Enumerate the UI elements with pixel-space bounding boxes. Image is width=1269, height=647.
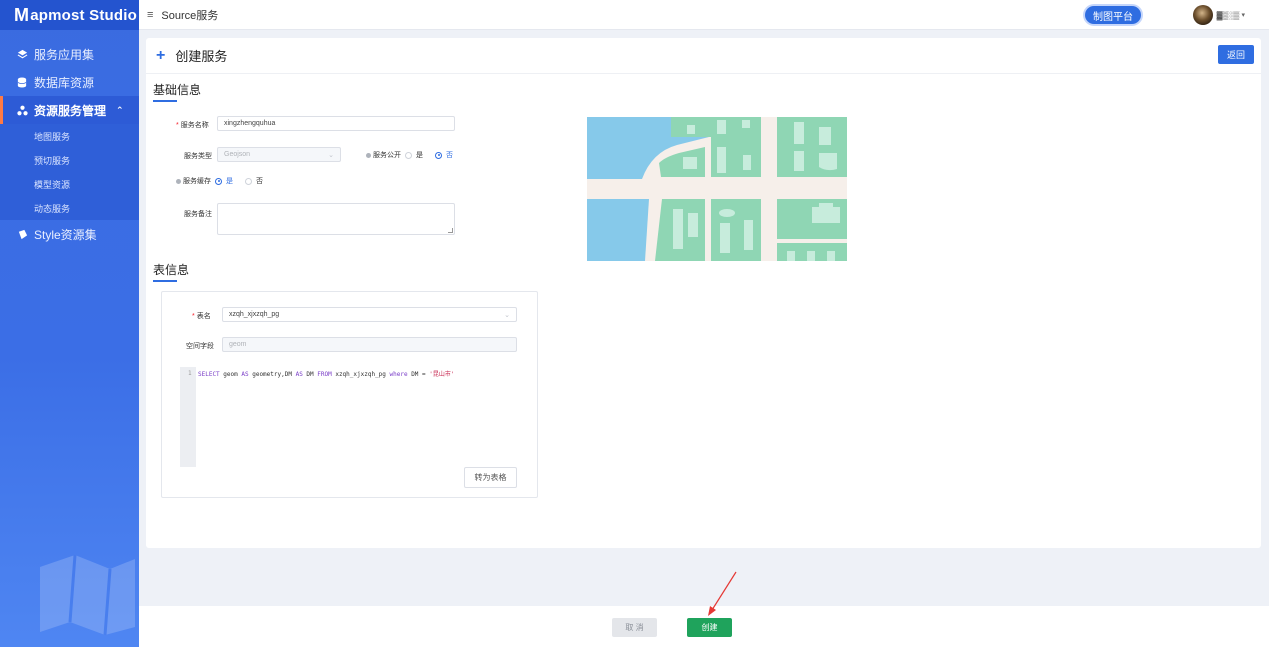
- create-service-card: + 创建服务 返回 基础信息 * 服务名称 xingzhengquhua 服务类型…: [146, 38, 1261, 548]
- service-cache-group: 服务缓存 是 否: [176, 176, 275, 186]
- service-cache-label: 服务缓存: [176, 176, 211, 186]
- cache-no-option[interactable]: 否: [245, 176, 263, 186]
- top-bar: ≡ Source服务 制图平台 ▓▒░▒ ▾: [139, 0, 1269, 30]
- service-type-value: Geojson: [224, 151, 251, 158]
- menu-toggle-icon[interactable]: ≡: [147, 9, 153, 21]
- card-header: + 创建服务 返回: [146, 38, 1261, 74]
- plus-icon: +: [156, 46, 166, 64]
- sql-editor[interactable]: 1 SELECT geom AS geometry,DM AS DM FROM …: [180, 367, 519, 467]
- option-label: 否: [446, 152, 453, 159]
- chevron-down-icon: ⌄: [504, 311, 510, 319]
- option-label: 否: [256, 178, 263, 185]
- service-remark-textarea[interactable]: [217, 203, 455, 235]
- logo-m: M: [14, 4, 30, 25]
- service-remark-label: 服务备注: [184, 211, 212, 218]
- breadcrumb: Source服务: [161, 9, 219, 22]
- caret-down-icon: ▾: [1241, 12, 1245, 19]
- sql-keyword: SELECT: [198, 371, 220, 378]
- sql-code-line: SELECT geom AS geometry,DM AS DM FROM xz…: [198, 369, 455, 378]
- sidebar-item-label: 资源服务管理: [34, 103, 107, 118]
- sql-text: DM: [302, 371, 318, 378]
- radio-checked-icon: [215, 177, 222, 185]
- spatial-field-label: 空间字段: [186, 343, 214, 350]
- sidebar-subitem-dynamic-service[interactable]: 动态服务: [0, 196, 139, 220]
- sidebar-item-label: 数据库资源: [34, 75, 95, 90]
- chevron-down-icon: ⌄: [328, 151, 334, 159]
- radio-checked-icon: [435, 151, 442, 159]
- sql-keyword: where: [389, 371, 408, 378]
- sidebar-subitem-model-resource[interactable]: 模型资源: [0, 172, 139, 196]
- radio-icon: [245, 177, 252, 185]
- section-title-basic: 基础信息: [153, 83, 202, 102]
- database-icon: [16, 76, 28, 88]
- cache-yes-option[interactable]: 是: [215, 176, 233, 186]
- sidebar-submenu: 地图服务 预切服务 模型资源 动态服务: [0, 124, 139, 220]
- table-name-label: * 表名: [192, 313, 211, 320]
- section-title-table: 表信息: [153, 263, 190, 282]
- sidebar-item-resource-service[interactable]: 资源服务管理 ⌃: [0, 96, 139, 124]
- service-type-label: 服务类型: [184, 153, 212, 160]
- user-name: ▓▒░▒: [1216, 10, 1240, 20]
- cancel-button[interactable]: 取 消: [612, 618, 657, 637]
- sql-keyword: FROM: [317, 371, 332, 378]
- back-button[interactable]: 返回: [1218, 45, 1254, 64]
- sidebar-subitem-tile-service[interactable]: 预切服务: [0, 148, 139, 172]
- sidebar-item-service-apps[interactable]: 服务应用集: [0, 40, 139, 68]
- layers-icon: [16, 48, 28, 60]
- sql-text: DM =: [407, 371, 430, 378]
- service-name-label: * 服务名称: [176, 122, 209, 129]
- table-name-select[interactable]: xzqh_xjxzqh_pg ⌄: [222, 307, 517, 322]
- cluster-icon: [16, 104, 28, 116]
- sidebar-subitem-map-service[interactable]: 地图服务: [0, 124, 139, 148]
- sql-text: geom: [219, 371, 242, 378]
- radio-icon: [405, 151, 412, 159]
- map-preview-image: [587, 117, 847, 261]
- user-menu[interactable]: ▓▒░▒ ▾: [1192, 5, 1245, 25]
- create-button[interactable]: 创建: [687, 618, 732, 637]
- sql-keyword: AS: [295, 371, 303, 378]
- convert-to-table-button[interactable]: 转为表格: [464, 467, 517, 488]
- sql-text: geometry,DM: [248, 371, 296, 378]
- service-type-select[interactable]: Geojson ⌄: [217, 147, 341, 162]
- sidebar-item-style-resources[interactable]: Style资源集: [0, 220, 139, 248]
- line-number: 1: [188, 370, 192, 377]
- table-name-value: xzqh_xjxzqh_pg: [229, 311, 280, 318]
- logo-text: apmost Studio: [30, 6, 137, 24]
- page-title: 创建服务: [175, 49, 228, 64]
- sidebar-decoration-map-icon: [40, 554, 135, 636]
- editor-gutter: [180, 367, 196, 467]
- sql-keyword: AS: [241, 371, 249, 378]
- option-label: 是: [416, 152, 423, 159]
- chevron-up-icon: ⌃: [116, 104, 124, 115]
- sidebar-menu: 服务应用集 数据库资源 资源服务管理 ⌃ 地图服务 预切服务 模型资源 动态服务…: [0, 30, 139, 248]
- sidebar-item-label: Style资源集: [34, 227, 97, 242]
- sql-text: xzqh_xjxzqh_pg: [331, 371, 390, 378]
- option-label: 是: [226, 178, 233, 185]
- mapping-platform-button[interactable]: 制图平台: [1085, 6, 1141, 24]
- service-public-group: 服务公开 是 否: [366, 150, 465, 160]
- table-info-panel: * 表名 xzqh_xjxzqh_pg ⌄ 空间字段 geom 1 SELECT …: [161, 291, 538, 498]
- sidebar-item-database[interactable]: 数据库资源: [0, 68, 139, 96]
- service-name-input[interactable]: xingzhengquhua: [217, 116, 455, 131]
- sidebar-item-label: 服务应用集: [34, 47, 95, 62]
- annotation-arrow: [708, 571, 737, 616]
- avatar[interactable]: [1192, 5, 1213, 25]
- bucket-icon: [16, 228, 28, 240]
- sql-string: '昆山市': [429, 371, 455, 378]
- service-public-label: 服务公开: [366, 150, 401, 160]
- public-yes-option[interactable]: 是: [405, 150, 423, 160]
- spatial-field-input[interactable]: geom: [222, 337, 517, 352]
- sidebar: M apmost Studio 服务应用集 数据库资源 资源服务管理 ⌃ 地图服…: [0, 0, 139, 647]
- app-logo[interactable]: M apmost Studio: [0, 0, 139, 30]
- public-no-option[interactable]: 否: [435, 150, 453, 160]
